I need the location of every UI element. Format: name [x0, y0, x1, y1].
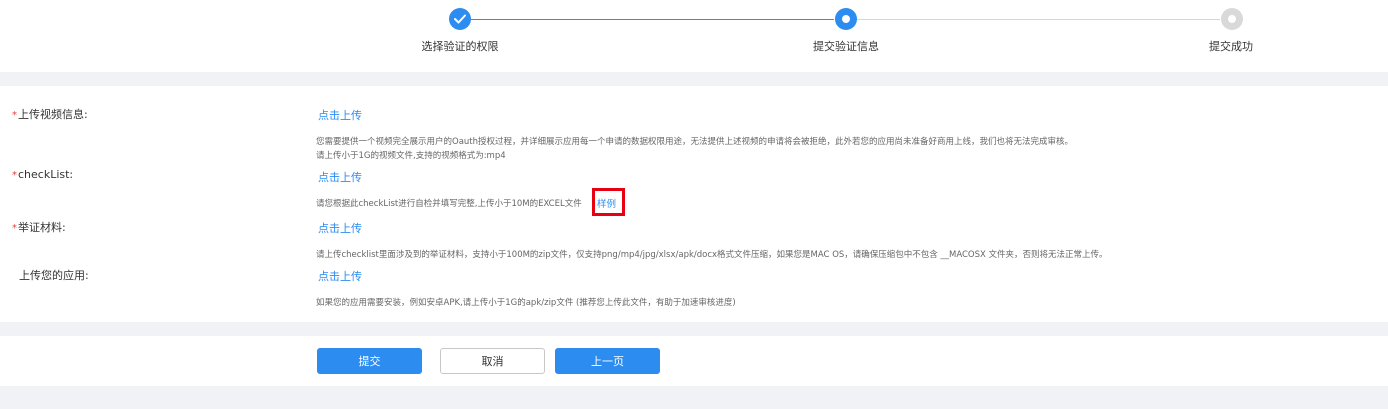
previous-page-button[interactable]: 上一页 [555, 348, 660, 374]
step-3-pending-icon [1221, 8, 1243, 30]
required-mark: * [12, 223, 17, 234]
checklist-hint: 请您根据此checkList进行自检并填写完整,上传小于10M的EXCEL文件 [316, 199, 582, 209]
step-2-label: 提交验证信息 [813, 40, 879, 53]
submit-button[interactable]: 提交 [317, 348, 422, 374]
step-connector-1 [471, 19, 834, 20]
proof-hint: 请上传checklist里面涉及到的举证材料，支持小于100M的zip文件，仅支… [316, 250, 1108, 260]
app-field-label: 上传您的应用: [19, 269, 89, 282]
proof-field-label: *举证材料: [12, 221, 66, 234]
upload-form: *上传视频信息: 点击上传 您需要提供一个视频完全展示用户的Oauth授权过程，… [0, 86, 1388, 322]
step-1-label: 选择验证的权限 [421, 40, 499, 53]
step-connector-2 [857, 19, 1220, 20]
proof-upload-link[interactable]: 点击上传 [318, 220, 362, 236]
video-upload-link[interactable]: 点击上传 [318, 107, 362, 123]
checklist-field-label: *checkList: [12, 168, 74, 181]
highlight-box [592, 188, 625, 216]
app-upload-link[interactable]: 点击上传 [318, 268, 362, 284]
steps-bar: 选择验证的权限 提交验证信息 提交成功 [0, 0, 1388, 72]
required-mark: * [12, 110, 17, 121]
app-hint: 如果您的应用需要安装，例如安卓APK,请上传小于1G的apk/zip文件 (推荐… [316, 298, 736, 308]
checklist-upload-link[interactable]: 点击上传 [318, 169, 362, 185]
check-icon [454, 14, 466, 24]
video-hint-2: 请上传小于1G的视频文件,支持的视频格式为:mp4 [316, 151, 506, 161]
video-hint-1: 您需要提供一个视频完全展示用户的Oauth授权过程，并详细展示应用每一个申请的数… [316, 137, 1074, 147]
action-bar: 提交 取消 上一页 [0, 336, 1388, 386]
step-3-label: 提交成功 [1209, 40, 1253, 53]
step-2-active-icon [835, 8, 857, 30]
required-mark: * [12, 170, 17, 181]
step-1-done-check-icon [449, 8, 471, 30]
cancel-button[interactable]: 取消 [440, 348, 545, 374]
video-field-label: *上传视频信息: [12, 108, 88, 121]
